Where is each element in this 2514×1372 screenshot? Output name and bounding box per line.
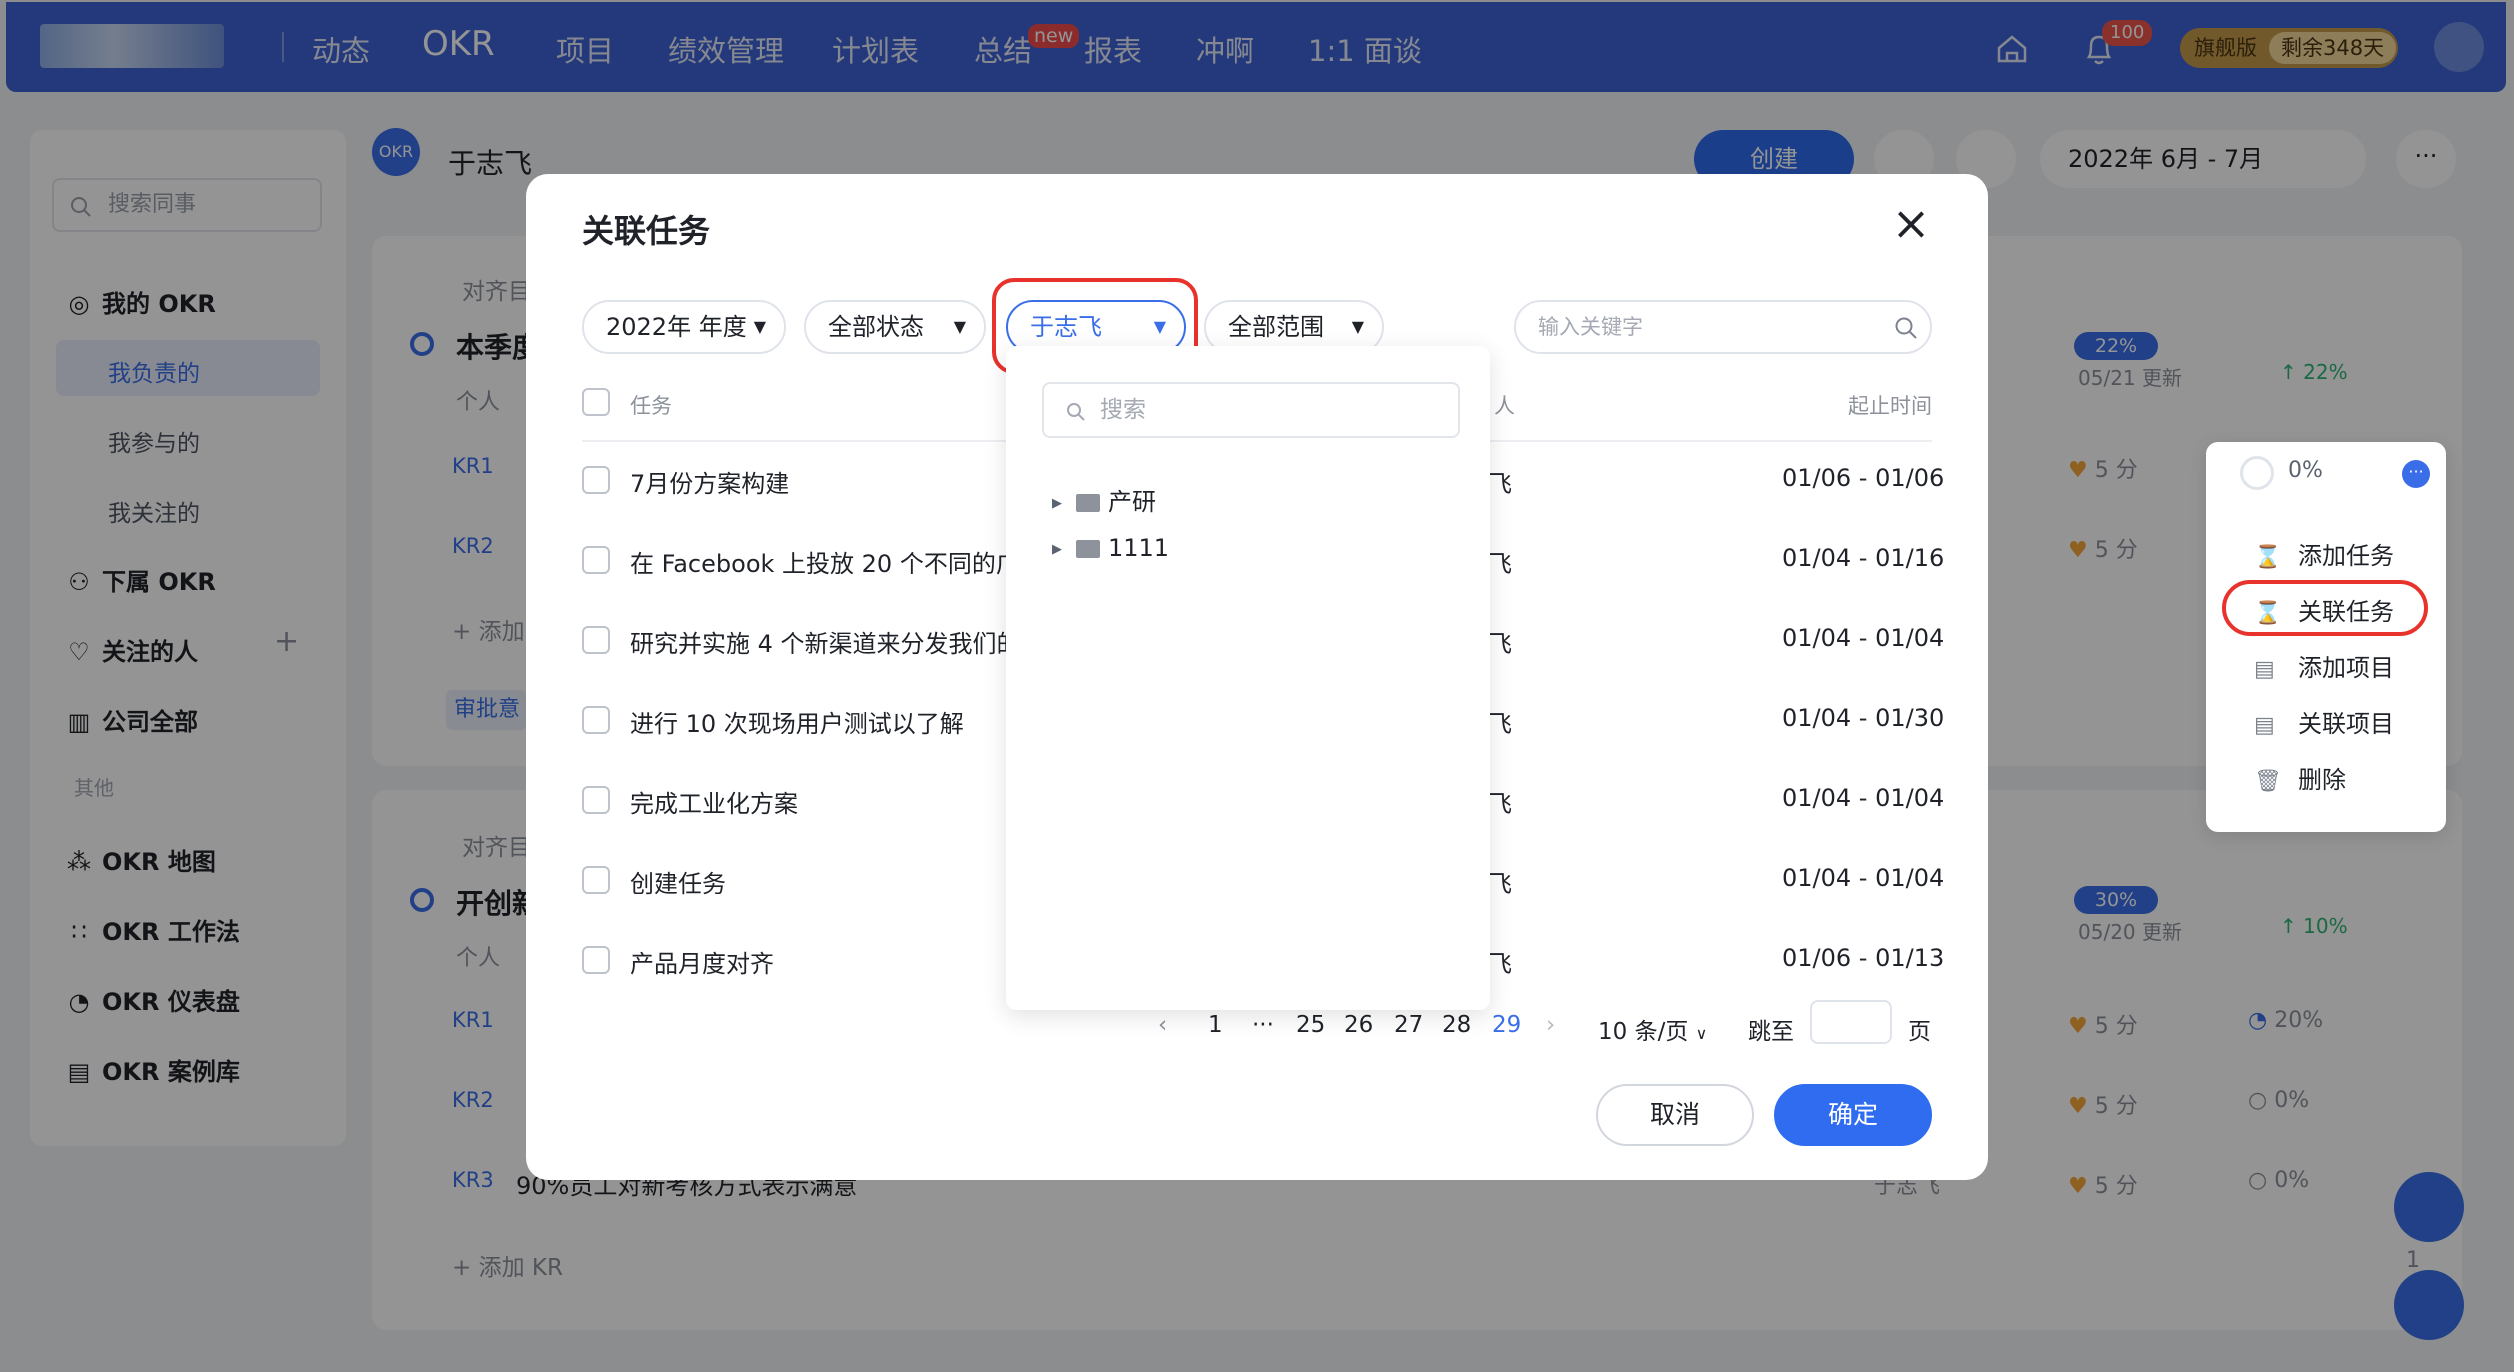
progress-ring-icon bbox=[2240, 456, 2274, 490]
row-checkbox[interactable] bbox=[582, 546, 610, 574]
row-checkbox[interactable] bbox=[582, 706, 610, 734]
menu-item-label: 添加任务 bbox=[2298, 542, 2394, 570]
table-row-owner: 飞 bbox=[1488, 950, 1512, 978]
status-filter-value: 全部状态 bbox=[828, 313, 924, 341]
table-row-owner: 飞 bbox=[1488, 550, 1512, 578]
caret-down-icon: ▼ bbox=[1351, 317, 1364, 336]
row-checkbox[interactable] bbox=[582, 786, 610, 814]
hourglass-icon: ⌛ bbox=[2254, 601, 2282, 626]
row-checkbox[interactable] bbox=[582, 866, 610, 894]
table-row-date: 01/06 - 01/06 bbox=[1782, 464, 1945, 492]
table-row-owner: 飞 bbox=[1488, 470, 1512, 498]
document-icon: ▤ bbox=[2254, 713, 2275, 738]
tree-node-dept[interactable]: ▶ 1111 bbox=[1052, 534, 1169, 562]
menu-item-label: 关联任务 bbox=[2298, 598, 2394, 626]
menu-item-label: 删除 bbox=[2298, 766, 2346, 794]
table-row-task[interactable]: 产品月度对齐 bbox=[630, 944, 774, 979]
search-icon bbox=[1067, 403, 1085, 421]
person-dropdown-panel: 搜索 ▶ 产研 ▶ 1111 bbox=[1006, 346, 1490, 1010]
document-icon: ▤ bbox=[2254, 657, 2275, 682]
row-checkbox[interactable] bbox=[582, 626, 610, 654]
table-row-date: 01/04 - 01/04 bbox=[1782, 624, 1945, 652]
pagination-page[interactable]: 26 bbox=[1344, 1012, 1373, 1038]
kr-action-menu: 0% ··· ⌛ 添加任务 ⌛ 关联任务 ▤ 添加项目 ▤ 关联项目 🗑 删除 bbox=[2206, 442, 2446, 832]
menu-item-add-project[interactable]: ▤ 添加项目 bbox=[2254, 648, 2394, 683]
tree-node-dept[interactable]: ▶ 产研 bbox=[1052, 482, 1156, 517]
column-header-time: 起止时间 bbox=[1848, 394, 1932, 418]
table-row-task[interactable]: 完成工业化方案 bbox=[630, 784, 798, 819]
year-filter-select[interactable]: 2022年 年度 ▼ bbox=[582, 300, 786, 354]
scope-filter-value: 全部范围 bbox=[1228, 313, 1324, 341]
more-icon[interactable]: ··· bbox=[2402, 460, 2430, 488]
folder-icon bbox=[1076, 540, 1100, 558]
table-row-task[interactable]: 进行 10 次现场用户测试以了解 bbox=[630, 704, 964, 739]
column-header-task: 任务 bbox=[630, 394, 672, 418]
table-row-date: 01/04 - 01/04 bbox=[1782, 864, 1945, 892]
page-unit-label: 页 bbox=[1908, 1019, 1931, 1045]
caret-down-icon: ▼ bbox=[1153, 317, 1166, 336]
table-row-date: 01/04 - 01/04 bbox=[1782, 784, 1945, 812]
caret-down-icon: ▼ bbox=[753, 317, 766, 336]
caret-right-icon[interactable]: ▶ bbox=[1052, 496, 1062, 511]
pagination-next[interactable]: › bbox=[1546, 1012, 1555, 1038]
search-icon[interactable] bbox=[1894, 316, 1918, 340]
menu-item-delete[interactable]: 🗑 删除 bbox=[2254, 760, 2346, 795]
pagination-ellipsis[interactable]: ··· bbox=[1252, 1012, 1274, 1038]
tree-node-label: 产研 bbox=[1108, 488, 1156, 516]
confirm-button[interactable]: 确定 bbox=[1774, 1084, 1932, 1146]
caret-down-icon: ▼ bbox=[953, 317, 966, 336]
close-icon[interactable]: × bbox=[1890, 200, 1932, 246]
table-row-task[interactable]: 研究并实施 4 个新渠道来分发我们的 bbox=[630, 624, 1021, 659]
pagination-page[interactable]: 28 bbox=[1442, 1012, 1471, 1038]
hourglass-icon: ⌛ bbox=[2254, 545, 2282, 570]
pagination-prev[interactable]: ‹ bbox=[1158, 1012, 1167, 1038]
jump-page-input[interactable] bbox=[1810, 1000, 1892, 1044]
table-row-task[interactable]: 7月份方案构建 bbox=[630, 464, 789, 499]
column-header-owner: 人 bbox=[1494, 394, 1515, 418]
trash-icon: 🗑 bbox=[2254, 769, 2282, 794]
person-filter-value: 于志飞 bbox=[1030, 313, 1102, 341]
cancel-button[interactable]: 取消 bbox=[1596, 1084, 1754, 1146]
chevron-down-icon: ∨ bbox=[1695, 1024, 1708, 1043]
menu-item-link-task[interactable]: ⌛ 关联任务 bbox=[2254, 592, 2394, 627]
menu-item-label: 关联项目 bbox=[2298, 710, 2394, 738]
caret-right-icon[interactable]: ▶ bbox=[1052, 542, 1062, 557]
folder-icon bbox=[1076, 494, 1100, 512]
table-row-owner: 飞 bbox=[1488, 630, 1512, 658]
table-row-date: 01/04 - 01/16 bbox=[1782, 544, 1945, 572]
page-size-select[interactable]: 10 条/页 ∨ bbox=[1598, 1012, 1707, 1046]
menu-item-label: 添加项目 bbox=[2298, 654, 2394, 682]
menu-progress: 0% bbox=[2288, 458, 2323, 483]
keyword-search-input[interactable]: 输入关键字 bbox=[1514, 300, 1932, 354]
menu-item-link-project[interactable]: ▤ 关联项目 bbox=[2254, 704, 2394, 739]
pagination-current-page[interactable]: 29 bbox=[1492, 1012, 1521, 1038]
table-row-date: 01/04 - 01/30 bbox=[1782, 704, 1945, 732]
status-filter-select[interactable]: 全部状态 ▼ bbox=[804, 300, 986, 354]
table-row-date: 01/06 - 01/13 bbox=[1782, 944, 1945, 972]
dialog-title: 关联任务 bbox=[582, 212, 711, 250]
table-row-task[interactable]: 创建任务 bbox=[630, 864, 726, 899]
table-row-task[interactable]: 在 Facebook 上投放 20 个不同的广 bbox=[630, 544, 1020, 579]
year-filter-value: 2022年 年度 bbox=[606, 313, 747, 341]
row-checkbox[interactable] bbox=[582, 466, 610, 494]
jump-label: 跳至 bbox=[1748, 1019, 1794, 1045]
pagination-page[interactable]: 27 bbox=[1394, 1012, 1423, 1038]
table-row-owner: 飞 bbox=[1488, 870, 1512, 898]
pagination-page[interactable]: 25 bbox=[1296, 1012, 1325, 1038]
pagination-page[interactable]: 1 bbox=[1208, 1012, 1223, 1038]
tree-node-label: 1111 bbox=[1108, 534, 1170, 562]
table-row-owner: 飞 bbox=[1488, 790, 1512, 818]
row-checkbox[interactable] bbox=[582, 946, 610, 974]
select-all-checkbox[interactable] bbox=[582, 388, 610, 416]
table-row-owner: 飞 bbox=[1488, 710, 1512, 738]
dropdown-search-input[interactable]: 搜索 bbox=[1042, 382, 1460, 438]
page-size-value: 10 条/页 bbox=[1598, 1019, 1689, 1045]
menu-item-add-task[interactable]: ⌛ 添加任务 bbox=[2254, 536, 2394, 571]
